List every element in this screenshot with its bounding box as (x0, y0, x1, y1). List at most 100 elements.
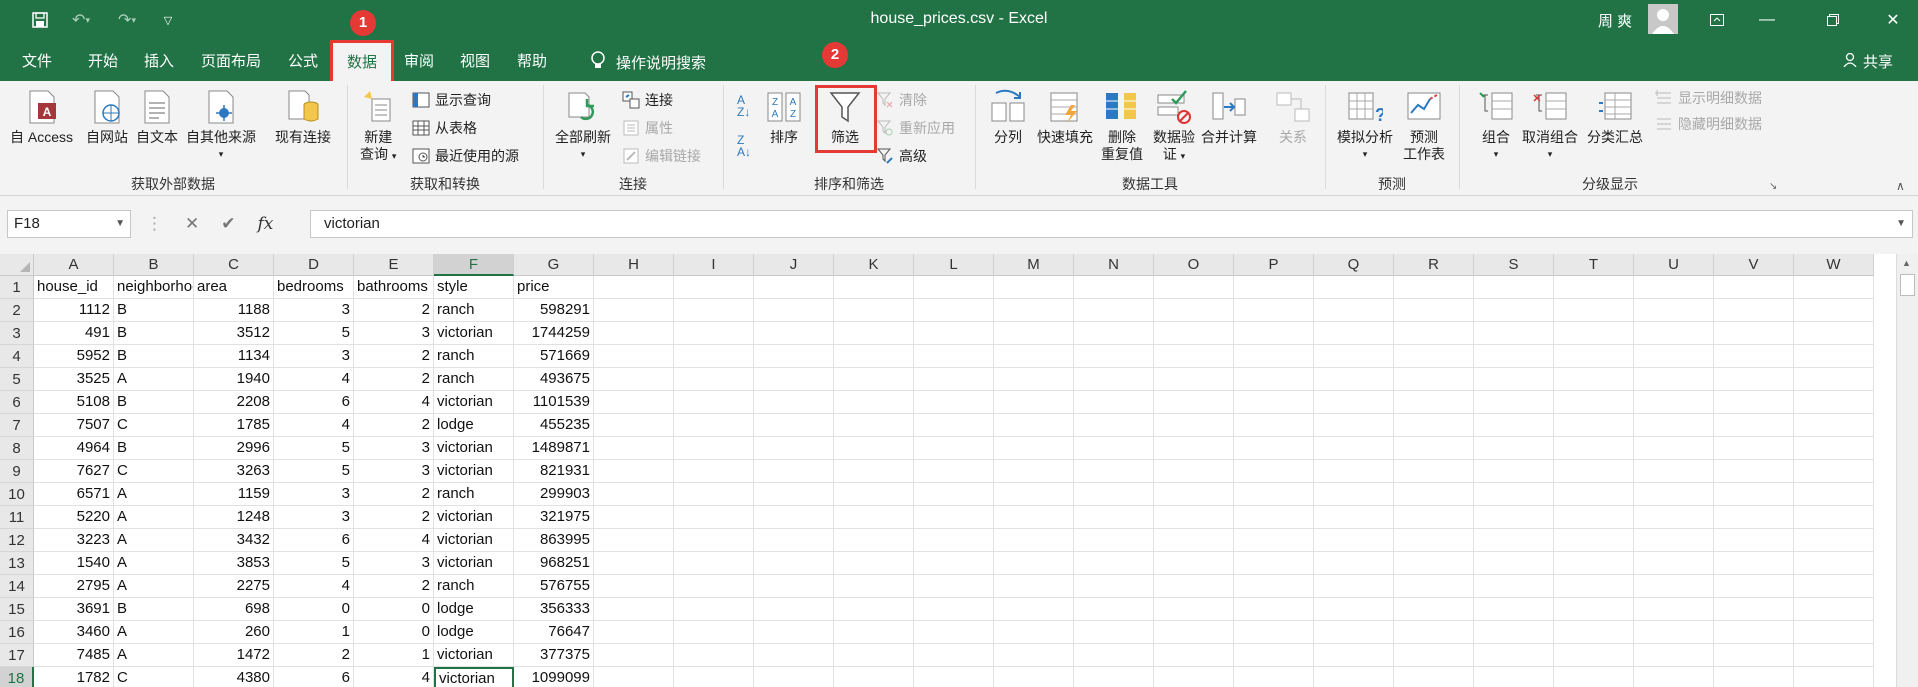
cell-b3[interactable]: B (114, 322, 194, 345)
column-header-d[interactable]: D (274, 254, 354, 276)
existing-connections-button[interactable]: 现有连接 (275, 89, 331, 146)
cell-c12[interactable]: 3432 (194, 529, 274, 552)
cell-i14[interactable] (674, 575, 754, 598)
cell-p13[interactable] (1234, 552, 1314, 575)
formula-input[interactable]: victorian ▼ (310, 210, 1913, 238)
restore-icon[interactable] (1810, 0, 1856, 40)
column-header-h[interactable]: H (594, 254, 674, 276)
cell-s14[interactable] (1474, 575, 1554, 598)
cell-j11[interactable] (754, 506, 834, 529)
cell-i8[interactable] (674, 437, 754, 460)
cell-l16[interactable] (914, 621, 994, 644)
cell-e11[interactable]: 2 (354, 506, 434, 529)
from-access-button[interactable]: A 自 Access (10, 89, 73, 146)
cell-q16[interactable] (1314, 621, 1394, 644)
cell-m7[interactable] (994, 414, 1074, 437)
cell-h2[interactable] (594, 299, 674, 322)
cell-d16[interactable]: 1 (274, 621, 354, 644)
row-header-11[interactable]: 11 (0, 506, 34, 529)
cell-q10[interactable] (1314, 483, 1394, 506)
cell-g8[interactable]: 1489871 (514, 437, 594, 460)
cell-m16[interactable] (994, 621, 1074, 644)
cell-s3[interactable] (1474, 322, 1554, 345)
cell-h8[interactable] (594, 437, 674, 460)
consolidate-button[interactable]: 合并计算 (1201, 89, 1257, 146)
cell-q9[interactable] (1314, 460, 1394, 483)
cell-w5[interactable] (1794, 368, 1874, 391)
cell-q8[interactable] (1314, 437, 1394, 460)
customize-qat-icon[interactable]: ▽ (150, 8, 186, 32)
column-header-t[interactable]: T (1554, 254, 1634, 276)
cell-d8[interactable]: 5 (274, 437, 354, 460)
recent-sources-button[interactable]: 最近使用的源 (412, 145, 519, 167)
cell-a18[interactable]: 1782 (34, 667, 114, 687)
cell-p6[interactable] (1234, 391, 1314, 414)
cell-h10[interactable] (594, 483, 674, 506)
text-to-columns-button[interactable]: 分列 (990, 89, 1026, 146)
new-query-button[interactable]: 新建 查询 ▾ (360, 89, 396, 165)
cell-d6[interactable]: 6 (274, 391, 354, 414)
tell-me-search[interactable]: 操作说明搜索 (590, 51, 706, 73)
cell-j1[interactable] (754, 276, 834, 299)
cell-i6[interactable] (674, 391, 754, 414)
cell-k2[interactable] (834, 299, 914, 322)
minimize-icon[interactable]: — (1744, 0, 1790, 40)
cell-e10[interactable]: 2 (354, 483, 434, 506)
undo-icon[interactable]: ↶ ▾ (58, 8, 104, 32)
cell-d12[interactable]: 6 (274, 529, 354, 552)
cell-t8[interactable] (1554, 437, 1634, 460)
cell-l17[interactable] (914, 644, 994, 667)
tab-review[interactable]: 审阅 (404, 51, 434, 73)
cell-m13[interactable] (994, 552, 1074, 575)
cell-q11[interactable] (1314, 506, 1394, 529)
cell-v7[interactable] (1714, 414, 1794, 437)
cell-r8[interactable] (1394, 437, 1474, 460)
cell-d5[interactable]: 4 (274, 368, 354, 391)
cell-j16[interactable] (754, 621, 834, 644)
cell-h7[interactable] (594, 414, 674, 437)
cell-a13[interactable]: 1540 (34, 552, 114, 575)
cell-o15[interactable] (1154, 598, 1234, 621)
subtotal-button[interactable]: 分类汇总 (1587, 89, 1643, 146)
cell-j12[interactable] (754, 529, 834, 552)
cell-p3[interactable] (1234, 322, 1314, 345)
cell-s6[interactable] (1474, 391, 1554, 414)
cell-a5[interactable]: 3525 (34, 368, 114, 391)
user-name[interactable]: 周 爽 (1598, 10, 1632, 31)
cell-h3[interactable] (594, 322, 674, 345)
cell-u2[interactable] (1634, 299, 1714, 322)
cell-k17[interactable] (834, 644, 914, 667)
cell-p5[interactable] (1234, 368, 1314, 391)
cell-h9[interactable] (594, 460, 674, 483)
cell-f14[interactable]: ranch (434, 575, 514, 598)
cell-i12[interactable] (674, 529, 754, 552)
cell-k10[interactable] (834, 483, 914, 506)
cell-w12[interactable] (1794, 529, 1874, 552)
cell-l3[interactable] (914, 322, 994, 345)
cell-c3[interactable]: 3512 (194, 322, 274, 345)
cell-b2[interactable]: B (114, 299, 194, 322)
row-header-8[interactable]: 8 (0, 437, 34, 460)
edit-links-button[interactable]: 编辑链接 (622, 145, 701, 167)
cell-e6[interactable]: 4 (354, 391, 434, 414)
cell-r18[interactable] (1394, 667, 1474, 687)
cell-t13[interactable] (1554, 552, 1634, 575)
cell-h12[interactable] (594, 529, 674, 552)
cell-b4[interactable]: B (114, 345, 194, 368)
cell-l11[interactable] (914, 506, 994, 529)
row-header-1[interactable]: 1 (0, 276, 34, 299)
cell-w8[interactable] (1794, 437, 1874, 460)
cell-n2[interactable] (1074, 299, 1154, 322)
cell-o2[interactable] (1154, 299, 1234, 322)
cell-w6[interactable] (1794, 391, 1874, 414)
cell-i15[interactable] (674, 598, 754, 621)
cell-d4[interactable]: 3 (274, 345, 354, 368)
cell-k4[interactable] (834, 345, 914, 368)
cell-j6[interactable] (754, 391, 834, 414)
cell-t17[interactable] (1554, 644, 1634, 667)
row-header-18[interactable]: 18 (0, 667, 34, 687)
cell-u4[interactable] (1634, 345, 1714, 368)
cell-l8[interactable] (914, 437, 994, 460)
cell-p16[interactable] (1234, 621, 1314, 644)
cell-k18[interactable] (834, 667, 914, 687)
